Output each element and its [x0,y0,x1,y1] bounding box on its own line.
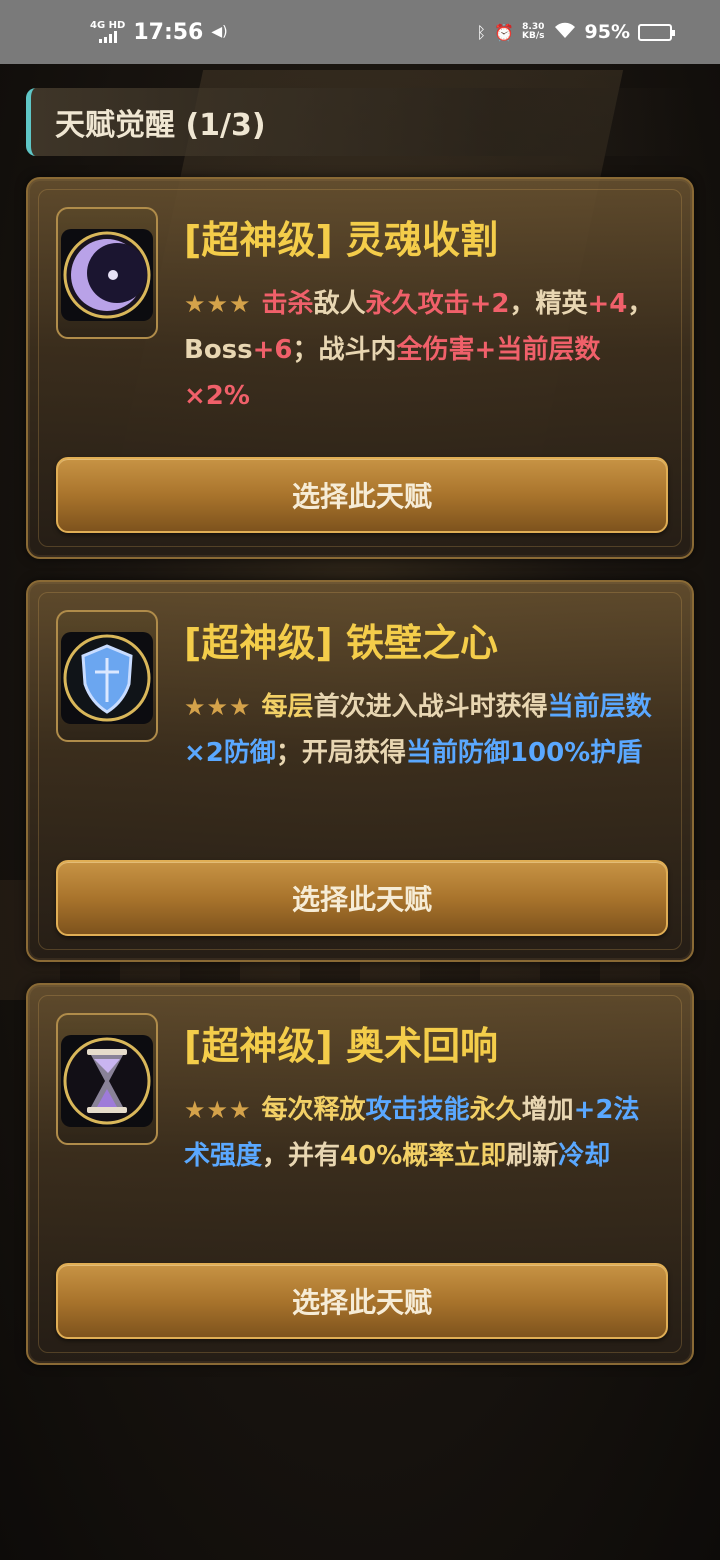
talent-title: [超神级] 灵魂收割 [184,218,498,262]
rarity-stars: ★★★ [184,693,252,721]
desc-segment: ，并有 [262,1141,341,1171]
select-talent-button[interactable]: 选择此天赋 [56,860,668,936]
desc-segment: 攻击技能 [365,1095,470,1125]
battery-icon [638,23,675,41]
select-talent-button[interactable]: 选择此天赋 [56,457,668,533]
wifi-icon [553,21,577,43]
desc-segment: 永久 [469,1095,522,1125]
status-left: 4G HD 17:56 ◀) [90,20,228,45]
talent-description: ★★★ 击杀敌人永久攻击+2，精英+4，Boss+6；战斗内全伤害+当前层数×2% [184,281,664,419]
desc-segment: 首次进入战斗时获得 [313,692,548,722]
desc-segment: ；战斗内 [292,335,397,365]
desc-segment: 永久攻击+2 [365,289,510,319]
desc-segment: 敌人 [313,289,366,319]
rarity-stars: ★★★ [184,290,252,318]
desc-segment: ；开局获得 [275,738,406,768]
bluetooth-icon: ᛒ [476,22,487,42]
status-right: ᛒ ⏰ 8.30 KB/s 95% [476,21,675,43]
crescent-moon-icon [61,229,153,321]
rarity-stars: ★★★ [184,1096,252,1124]
desc-segment: 每次释放 [261,1095,366,1125]
talent-header: 天赋觉醒 (1/3) [26,88,694,156]
desc-segment: 增加 [521,1095,574,1125]
page-title: 天赋觉醒 (1/3) [55,108,266,143]
talent-description: ★★★ 每次释放攻击技能永久增加+2法术强度，并有40%概率立即刷新冷却 [184,1087,664,1179]
desc-segment: 击杀 [261,289,314,319]
shield-icon [61,632,153,724]
desc-segment: +6 [252,335,293,365]
talent-title: [超神级] 奥术回响 [184,1024,498,1068]
status-bar: 4G HD 17:56 ◀) ᛒ ⏰ 8.30 KB/s 95% [0,0,720,64]
desc-segment: 当前防御100%护盾 [405,738,643,768]
talent-card-arcane-echo[interactable]: [超神级] 奥术回响 ★★★ 每次释放攻击技能永久增加+2法术强度，并有40%概率… [26,983,694,1365]
network-type: 4G HD [90,20,126,31]
desc-segment: +4 [587,289,628,319]
network-indicator: 4G HD [90,21,125,43]
network-speed: 8.30 KB/s [522,23,544,41]
select-talent-button[interactable]: 选择此天赋 [56,1263,668,1339]
signal-icon [98,31,117,43]
desc-segment: ，精英 [509,289,588,319]
talent-description: ★★★ 每层首次进入战斗时获得当前层数×2防御；开局获得当前防御100%护盾 [184,684,664,776]
talent-title: [超神级] 铁壁之心 [184,621,498,665]
speaker-icon: ◀) [211,24,228,40]
talent-card-soul-harvest[interactable]: [超神级] 灵魂收割 ★★★ 击杀敌人永久攻击+2，精英+4，Boss+6；战斗内… [26,177,694,559]
talent-icon-frame [56,610,158,742]
desc-segment: 冷却 [558,1141,611,1171]
alarm-icon: ⏰ [494,22,515,42]
talent-icon-frame [56,207,158,339]
desc-segment: 刷新 [506,1141,559,1171]
clock: 17:56 [133,19,204,45]
talent-card-iron-wall-heart[interactable]: [超神级] 铁壁之心 ★★★ 每层首次进入战斗时获得当前层数×2防御；开局获得当前… [26,580,694,962]
talent-icon-frame [56,1013,158,1145]
battery-percent: 95% [584,21,630,43]
desc-segment: 每层 [261,692,314,722]
hourglass-icon [61,1035,153,1127]
desc-segment: 40%概率立即 [340,1141,507,1171]
speed-unit: KB/s [522,31,545,41]
